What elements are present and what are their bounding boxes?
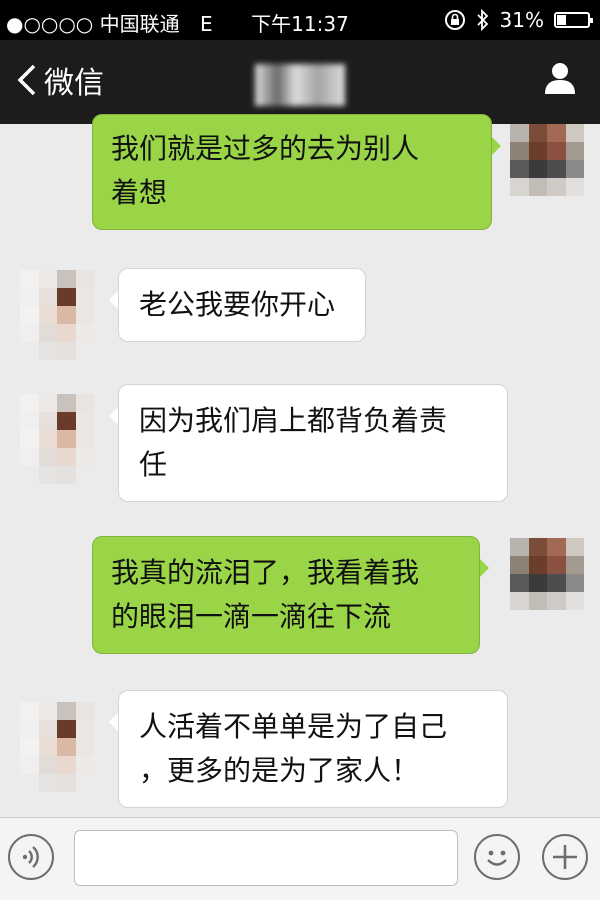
avatar-contact[interactable] [20,702,94,792]
message-bubble-outgoing[interactable]: 我们就是过多的去为别人 着想 [92,114,501,230]
message-line: ，更多的是为了家人！ [139,754,420,787]
message-list[interactable]: 我们就是过多的去为别人 着想 老公我要你开心 因为我们肩上都背负着责 任 我真的… [0,114,600,817]
person-icon [545,63,575,94]
avatar-mosaic [20,270,94,360]
avatar-mosaic [510,124,584,214]
chat-info-button[interactable] [542,60,578,100]
voice-icon [22,846,39,868]
message-line: 因为我们肩上都背负着责 [139,404,448,437]
emoji-icon [487,850,507,866]
message-input[interactable] [74,830,458,886]
message-line: 老公我要你开心 [139,288,336,321]
rotation-lock-icon [444,10,465,30]
more-button[interactable] [542,834,588,880]
message-bubble-incoming[interactable]: 因为我们肩上都背负着责 任 [109,384,508,502]
message-line: 任 [139,448,168,481]
message-bubble-incoming[interactable]: 老公我要你开心 [109,268,366,342]
input-bar [0,817,600,900]
bluetooth-icon [476,9,488,31]
battery-icon [554,12,593,28]
voice-button[interactable] [8,834,54,880]
redaction-blur [255,64,345,106]
battery-percent: 31% [499,8,544,32]
avatar-mosaic [510,538,584,628]
battery-fill [557,15,566,25]
avatar-contact[interactable] [20,270,94,360]
message-bubble-outgoing[interactable]: 我真的流泪了，我看着我 的眼泪一滴一滴往下流 [92,536,489,654]
message-bubble-incoming[interactable]: 人活着不单单是为了自己 ，更多的是为了家人！ [109,690,508,808]
navigation-bar: 微信 [0,40,600,124]
plus-icon [553,845,577,869]
message-line: 我真的流泪了，我看着我 [111,556,420,589]
emoji-button[interactable] [474,834,520,880]
avatar-mosaic [20,394,94,484]
message-line: 的眼泪一滴一滴往下流 [111,600,392,633]
avatar-contact[interactable] [20,394,94,484]
status-bar: ●○○○○ 中国联通 E 下午11:37 31% [0,0,600,40]
avatar-mosaic [20,702,94,792]
message-line: 我们就是过多的去为别人 [111,132,420,165]
avatar-self[interactable] [510,538,584,628]
status-icons: 31% [444,8,593,32]
chat-title-redacted [0,64,600,106]
message-line: 着想 [111,176,168,209]
avatar-self[interactable] [510,124,584,214]
message-line: 人活着不单单是为了自己 [139,710,448,743]
